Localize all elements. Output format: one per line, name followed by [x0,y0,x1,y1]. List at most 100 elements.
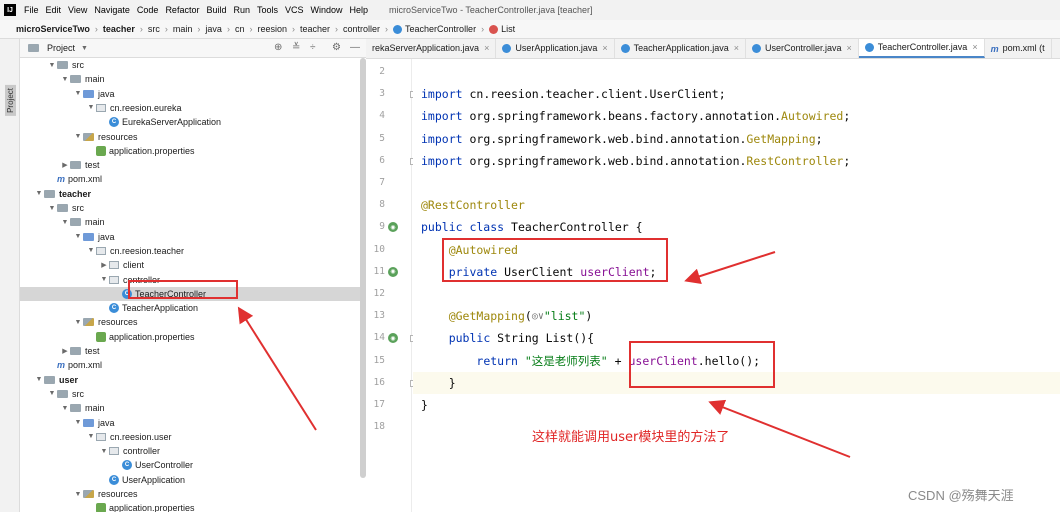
chevron-down-icon[interactable]: ▼ [73,133,83,140]
expand-all-icon[interactable]: ≚ [292,42,300,53]
editor-tab[interactable]: TeacherController.java × [858,39,985,58]
menu-item-view[interactable]: View [68,5,87,15]
code-line[interactable]: @GetMapping(◎∨ "list") [421,306,593,326]
tree-item[interactable]: ▼ src [20,201,366,215]
editor-tab[interactable]: UserController.java × [746,39,859,58]
chevron-down-icon[interactable]: ▼ [60,76,70,83]
project-view-selector[interactable]: Project [47,43,75,53]
tree-item[interactable]: ▼ cn.reesion.teacher [20,244,366,258]
code-line[interactable]: @RestController [421,195,525,215]
breadcrumb-item[interactable]: main [173,24,193,34]
menu-item-code[interactable]: Code [137,5,159,15]
tree-item[interactable]: ▼ cn.reesion.user [20,430,366,444]
chevron-down-icon[interactable]: ▼ [47,205,57,212]
code-line[interactable]: } [421,395,428,415]
tree-item[interactable]: ▼ resources [20,130,366,144]
chevron-down-icon[interactable]: ▼ [73,419,83,426]
menu-item-refactor[interactable]: Refactor [165,5,199,15]
breadcrumb-item[interactable]: TeacherController [405,24,476,34]
menu-item-window[interactable]: Window [311,5,343,15]
chevron-down-icon[interactable]: ▼ [34,190,44,197]
breadcrumb-item[interactable]: teacher [300,24,330,34]
code-line[interactable]: import org.springframework.web.bind.anno… [421,151,850,171]
breadcrumb-item[interactable]: reesion [257,24,287,34]
menu-item-vcs[interactable]: VCS [285,5,304,15]
chevron-right-icon[interactable]: ▶ [99,261,109,269]
chevron-down-icon[interactable]: ▼ [47,390,57,397]
editor-tab[interactable]: rekaServerApplication.java × [366,39,497,58]
tree-item[interactable]: ▼ main [20,215,366,229]
chevron-down-icon[interactable]: ▼ [34,376,44,383]
tree-item[interactable]: ▶ test [20,158,366,172]
breadcrumb-item[interactable]: microServiceTwo [16,24,90,34]
breadcrumb-item[interactable]: cn [235,24,245,34]
chevron-down-icon[interactable]: ▼ [60,405,70,412]
project-tool-window-button[interactable]: Project [5,85,16,116]
tree-item[interactable]: ▼ resources [20,487,366,501]
breadcrumb-item[interactable]: List [501,24,515,34]
tree-item[interactable]: ·CUserApplication [20,473,366,487]
editor-tab[interactable]: TeacherApplication.java × [615,39,746,58]
tree-item[interactable]: ▼ user [20,373,366,387]
menu-item-run[interactable]: Run [233,5,250,15]
tree-item[interactable]: ▼ java [20,230,366,244]
tree-item[interactable]: ·mpom.xml [20,358,366,372]
chevron-down-icon[interactable]: ▼ [60,219,70,226]
menu-item-build[interactable]: Build [206,5,226,15]
spring-bean-gutter-icon[interactable]: ◉ [388,222,398,233]
tree-item[interactable]: ▶ client [20,258,366,272]
menu-item-help[interactable]: Help [350,5,369,15]
code-line[interactable]: import cn.reesion.teacher.client.UserCli… [421,84,726,104]
close-tab-icon[interactable]: × [602,43,607,53]
menu-item-tools[interactable]: Tools [257,5,278,15]
breadcrumb-item[interactable]: teacher [103,24,135,34]
tree-item[interactable]: ▼ controller [20,444,366,458]
chevron-down-icon[interactable]: ▼ [99,448,109,455]
menu-item-edit[interactable]: Edit [46,5,62,15]
close-tab-icon[interactable]: × [484,43,489,53]
chevron-down-icon[interactable]: ▼ [73,319,83,326]
tree-item[interactable]: ▼ teacher [20,187,366,201]
tree-item[interactable]: ▼ main [20,72,366,86]
menu-item-navigate[interactable]: Navigate [94,5,130,15]
code-line[interactable]: import org.springframework.web.bind.anno… [421,129,823,149]
tree-item[interactable]: ▼ resources [20,315,366,329]
code-line[interactable]: } [421,373,456,393]
locate-file-icon[interactable]: ⊕ [274,42,282,53]
tree-item[interactable]: ▼ java [20,87,366,101]
tree-item[interactable]: ·application.properties [20,330,366,344]
chevron-down-icon[interactable]: ▼ [86,433,96,440]
tree-item[interactable]: ▶ test [20,344,366,358]
tree-item[interactable]: ·application.properties [20,501,366,512]
tree-item[interactable]: ▼ src [20,387,366,401]
breadcrumb-item[interactable]: src [148,24,160,34]
code-line[interactable]: public class TeacherController { [421,217,643,237]
collapse-all-icon[interactable]: ÷ [310,42,316,53]
code-editor[interactable]: import cn.reesion.teacher.client.UserCli… [413,59,1060,512]
code-line[interactable]: import org.springframework.beans.factory… [421,106,850,126]
hide-panel-icon[interactable]: — [350,42,360,53]
editor-tab[interactable]: m pom.xml (t [985,39,1052,58]
spring-bean-gutter-icon[interactable]: ◉ [388,333,398,344]
tree-item[interactable]: ·CTeacherApplication [20,301,366,315]
chevron-down-icon[interactable]: ▼ [47,62,57,69]
spring-bean-gutter-icon[interactable]: ◉ [388,266,398,277]
tree-item[interactable]: ▼ java [20,416,366,430]
code-line[interactable]: public String List(){ [421,328,594,348]
close-tab-icon[interactable]: × [972,42,977,52]
tree-item[interactable]: ·CEurekaServerApplication [20,115,366,129]
breadcrumb-item[interactable]: java [205,24,222,34]
editor-tab[interactable]: UserApplication.java × [496,39,615,58]
chevron-right-icon[interactable]: ▶ [60,347,70,355]
chevron-right-icon[interactable]: ▶ [60,161,70,169]
close-tab-icon[interactable]: × [847,43,852,53]
chevron-down-icon[interactable]: ▼ [81,45,88,52]
gear-icon[interactable]: ⚙ [332,42,341,53]
tree-item[interactable]: ·mpom.xml [20,172,366,186]
tree-item[interactable]: ▼ cn.reesion.eureka [20,101,366,115]
tree-item[interactable]: ·application.properties [20,144,366,158]
chevron-down-icon[interactable]: ▼ [73,491,83,498]
chevron-down-icon[interactable]: ▼ [99,276,109,283]
tree-item[interactable]: ▼ main [20,401,366,415]
tree-item[interactable]: ▼ src [20,58,366,72]
